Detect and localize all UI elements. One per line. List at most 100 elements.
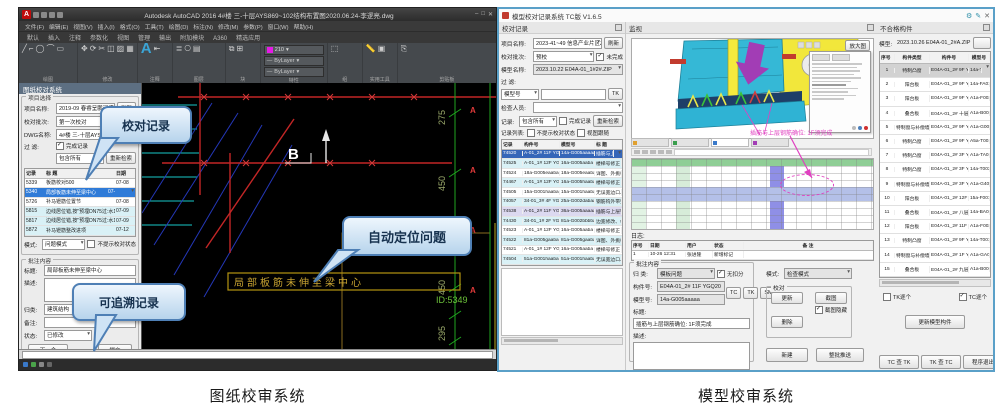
- ribbon-tab[interactable]: 视图: [113, 32, 133, 43]
- menu-item[interactable]: 视图(V): [73, 22, 92, 31]
- no-prompt-checkbox[interactable]: [527, 129, 535, 137]
- group-icon[interactable]: ⬚: [331, 45, 339, 53]
- view-tab[interactable]: [671, 138, 709, 147]
- autocad-logo-icon[interactable]: A: [22, 10, 31, 19]
- component-row[interactable]: 8 特制凸窗 E04A-01_2# 3F Y… 14a-T003: [880, 163, 990, 177]
- rect-icon[interactable]: ▭: [56, 45, 64, 53]
- model-record-row[interactable]: 74505 15a-G001haaba 15a-G001haaba 无误宽边口、…: [502, 188, 622, 198]
- menu-item[interactable]: 插入(I): [98, 22, 115, 31]
- category-select[interactable]: 模板问题: [657, 268, 715, 279]
- menu-item[interactable]: 标注(N): [193, 22, 213, 31]
- line-icon[interactable]: ╱: [22, 45, 27, 53]
- paste-icon[interactable]: ▣: [378, 45, 386, 53]
- new-button[interactable]: 新建: [766, 348, 808, 362]
- description-textarea[interactable]: [633, 342, 750, 370]
- tc-button[interactable]: TC: [726, 287, 741, 299]
- menu-item[interactable]: 参数(P): [243, 22, 262, 31]
- menu-item[interactable]: 工具(T): [145, 22, 164, 31]
- tk-button[interactable]: TK: [608, 88, 623, 100]
- component-row[interactable]: 12 阳台板 E04A-01_2# 11F … A1a-F003: [880, 220, 990, 234]
- model-record-row[interactable]: 74504 51a-G001haaba 51a-G001haaba 无误宽边口、…: [502, 255, 622, 265]
- component-row[interactable]: 10 阳台板 E04A-01_2# 12F … 15a-F001: [880, 192, 990, 206]
- ribbon-tab[interactable]: 插入: [44, 32, 64, 43]
- ribbon-tab[interactable]: 输出: [155, 32, 175, 43]
- model-record-row[interactable]: 74522 81a-G005gaaba 81a-G005gaaba 详图、外挑板…: [502, 236, 622, 246]
- model-viewer[interactable]: 放大图: [631, 38, 874, 139]
- model-refresh-button[interactable]: [973, 37, 991, 49]
- model-record-row[interactable]: 74521 A-01_1# 12F YGC 16a-G005aaba 楼梯号修正: [502, 246, 622, 256]
- component-row[interactable]: 4 叠合板 E04A-01_2# 十层… A1a-B003: [880, 107, 990, 121]
- unfinished-checkbox[interactable]: [596, 53, 604, 61]
- quick-access-icon[interactable]: [33, 12, 39, 18]
- polyline-icon[interactable]: ⌐: [29, 45, 34, 53]
- title-input[interactable]: 局部板筋未伸至梁中心: [44, 265, 136, 276]
- block-edit-icon[interactable]: ⊞: [237, 45, 244, 53]
- layer-off-icon[interactable]: ▤: [193, 45, 201, 53]
- title-input[interactable]: 插筋与上层钢筋确位: 1F须完成: [633, 318, 750, 329]
- view-tab[interactable]: [631, 138, 669, 147]
- component-row[interactable]: 6 特制凸窗 E04A-01_2# 9F Y… A5a-T001: [880, 135, 990, 149]
- model-select[interactable]: 2023.10.22 E04A-01_1#2#.ZIP: [533, 64, 623, 75]
- layer-icon[interactable]: ≣: [176, 45, 183, 53]
- record-row[interactable]: 5817 边线居位错,按"预埋DN75过:水1 07-09: [25, 217, 135, 227]
- tk-check-tc-button[interactable]: TK 查 TC: [921, 355, 961, 369]
- ribbon-tab[interactable]: 精选应用: [232, 32, 264, 43]
- model-record-row[interactable]: 74523 A-01_1# 12F YGC 16a-G005aaba 楼梯号修正: [502, 226, 622, 236]
- ribbon-tab[interactable]: 默认: [23, 32, 43, 43]
- menu-item[interactable]: 文件(F): [25, 22, 44, 31]
- view-tab-active[interactable]: [711, 138, 749, 147]
- log-row[interactable]: 1 10-26 12:31 张进隆 新增标记: [632, 251, 873, 261]
- record-row[interactable]: 5340 局部板筋未伸至梁中心 07-: [25, 188, 135, 198]
- save-icon[interactable]: [41, 12, 47, 18]
- grid-toggle-icon[interactable]: [23, 362, 28, 367]
- record-hscrollbar[interactable]: [501, 337, 623, 345]
- component-row[interactable]: 2 阳台板 E04A-01_2# 9F Y… 14a-FA01: [880, 78, 990, 92]
- model-record-row[interactable]: 74538 A-01_2# 11F YGC 36a-G005aaaaa 插筋与上…: [502, 207, 622, 217]
- research-button[interactable]: 重新检索: [593, 115, 623, 127]
- menu-item[interactable]: 编辑(E): [49, 22, 68, 31]
- no-deduction-checkbox[interactable]: [717, 270, 725, 278]
- screenshot-hide-checkbox[interactable]: [815, 306, 823, 314]
- formula-bar[interactable]: [674, 149, 869, 156]
- component-row[interactable]: 1 特制凸窗 E04A-01_2# 9F Y… 14a-T003: [880, 64, 990, 78]
- mode-select[interactable]: 问题模式: [42, 239, 85, 250]
- circle-icon[interactable]: ◯: [36, 45, 45, 53]
- model-record-row[interactable]: 74467 A-01_1# 12F YGC 16a-G005haaba 楼梯号修…: [502, 178, 622, 188]
- tk-each-checkbox[interactable]: [883, 293, 891, 301]
- popup-min-icon[interactable]: [852, 126, 856, 130]
- component-row[interactable]: 9 特制窗与补偿墙 E04A-01_2# 3F Y… A1a-G403: [880, 178, 990, 192]
- state-select[interactable]: 已修改: [44, 330, 92, 341]
- clipboard-icon[interactable]: ⎘: [401, 45, 407, 53]
- settings-icon[interactable]: ⚙: [966, 12, 972, 20]
- layer-props-icon[interactable]: 🞅: [185, 45, 191, 53]
- ribbon-tab[interactable]: 附加模块: [176, 32, 208, 43]
- ribbon-tab[interactable]: A360: [209, 35, 231, 43]
- menu-item[interactable]: 帮助(H): [294, 22, 314, 31]
- window-controls[interactable]: –□✕: [475, 11, 493, 18]
- component-row[interactable]: 13 特制凸窗 E04A-01_2# 9F Y… 14a-T001: [880, 234, 990, 248]
- component-row[interactable]: 14 特制窗与补偿墙 E04A-01_2# 1F Y… A1a-GA03: [880, 248, 990, 262]
- component-row[interactable]: 15 叠合板 E04A-01_2# 九层… A1a-B005: [880, 263, 990, 277]
- view-follow-checkbox[interactable]: [577, 129, 585, 137]
- move-icon[interactable]: ✥: [81, 45, 88, 53]
- measure-icon[interactable]: 📏: [366, 45, 376, 53]
- pin-icon[interactable]: [983, 24, 990, 31]
- text-icon[interactable]: A: [141, 45, 152, 53]
- redo-icon[interactable]: [57, 12, 63, 18]
- menu-item[interactable]: 窗口(W): [268, 22, 289, 31]
- update-button[interactable]: 更新: [771, 292, 803, 304]
- ribbon-tab[interactable]: 注释: [65, 32, 85, 43]
- delete-button[interactable]: 删除: [771, 316, 803, 328]
- component-hscrollbar[interactable]: [879, 279, 991, 287]
- popup-tab[interactable]: [832, 54, 850, 61]
- update-components-button[interactable]: 更新模型构件: [905, 315, 965, 329]
- refresh-button[interactable]: 刷新: [604, 37, 623, 49]
- model-record-row[interactable]: 74524 18a-G005eaaba 18a-G005eaaba 详图、外挑板…: [502, 169, 622, 179]
- record-row[interactable]: 5726 补马镫筋位置节 07-08: [25, 198, 135, 208]
- filter-type-select[interactable]: 模型号: [501, 89, 539, 100]
- exit-button[interactable]: 程序退出: [963, 355, 993, 369]
- batch-select[interactable]: 预校: [533, 51, 594, 62]
- erase-icon[interactable]: ▨: [117, 45, 125, 53]
- menu-item[interactable]: 格式(O): [120, 22, 140, 31]
- trim-icon[interactable]: ✂: [98, 45, 105, 53]
